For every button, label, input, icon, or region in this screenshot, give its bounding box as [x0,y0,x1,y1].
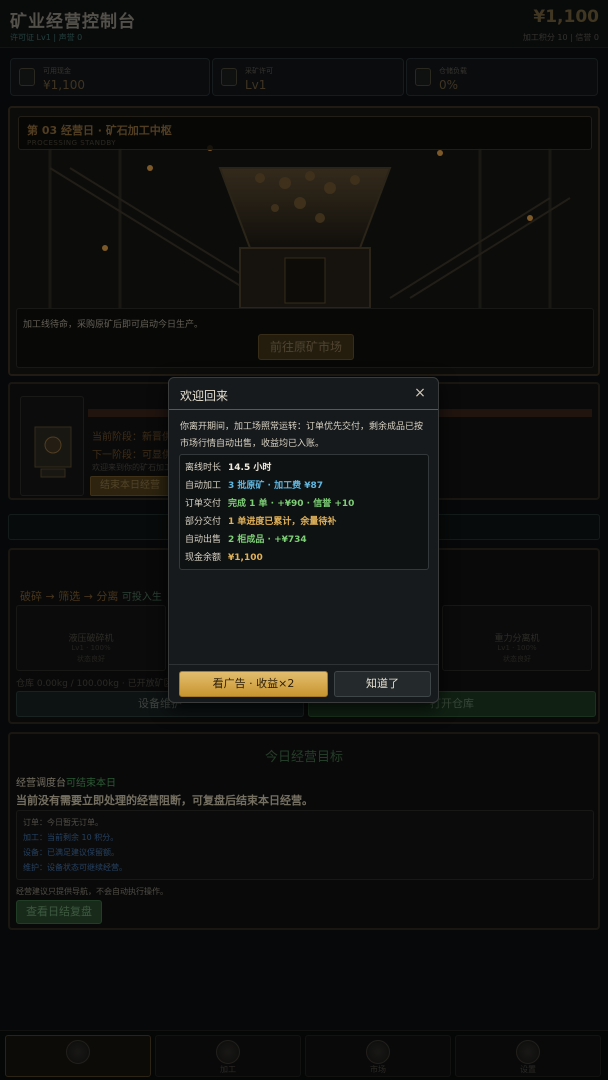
summary-value: 3 批原矿 · 加工费 ¥87 [228,481,324,491]
summary-key: 部分交付 [185,517,222,527]
summary-value: 14.5 小时 [228,463,272,473]
acknowledge-button[interactable]: 知道了 [334,671,431,697]
summary-key: 现金余额 [185,553,222,563]
dialog-divider [169,664,438,665]
summary-value: ¥1,100 [228,553,263,563]
summary-key: 订单交付 [185,499,222,509]
dialog-intro: 你离开期间，加工场照常运转：订单优先交付，剩余成品已按市场行情自动出售，收益均已… [180,422,424,449]
watch-ad-double-button[interactable]: 看广告 · 收益×2 [179,671,328,697]
summary-row: 离线时长 14.5 小时 [185,460,271,476]
summary-value: 1 单进度已累计，余量待补 [228,517,337,527]
dialog-header: 欢迎回来 × [169,378,438,410]
summary-key: 自动出售 [185,535,222,545]
dialog-title: 欢迎回来 [180,389,229,403]
summary-key: 离线时长 [185,463,222,473]
summary-row: 自动加工 3 批原矿 · 加工费 ¥87 [185,478,323,494]
summary-row: 订单交付 完成 1 单 · +¥90 · 信誉 +10 [185,496,354,512]
summary-value: 完成 1 单 · +¥90 · 信誉 +10 [228,499,355,509]
summary-row: 自动出售 2 柜成品 · +¥734 [185,532,307,548]
summary-row: 部分交付 1 单进度已累计，余量待补 [185,514,336,530]
summary-row: 现金余额 ¥1,100 [185,550,263,566]
summary-key: 自动加工 [185,481,222,491]
close-icon[interactable]: × [412,385,428,401]
welcome-back-dialog: 欢迎回来 × 你离开期间，加工场照常运转：订单优先交付，剩余成品已按市场行情自动… [168,377,439,703]
summary-value: 2 柜成品 · +¥734 [228,535,307,545]
offline-summary: 离线时长 14.5 小时 自动加工 3 批原矿 · 加工费 ¥87 订单交付 完成 1… [179,454,429,570]
